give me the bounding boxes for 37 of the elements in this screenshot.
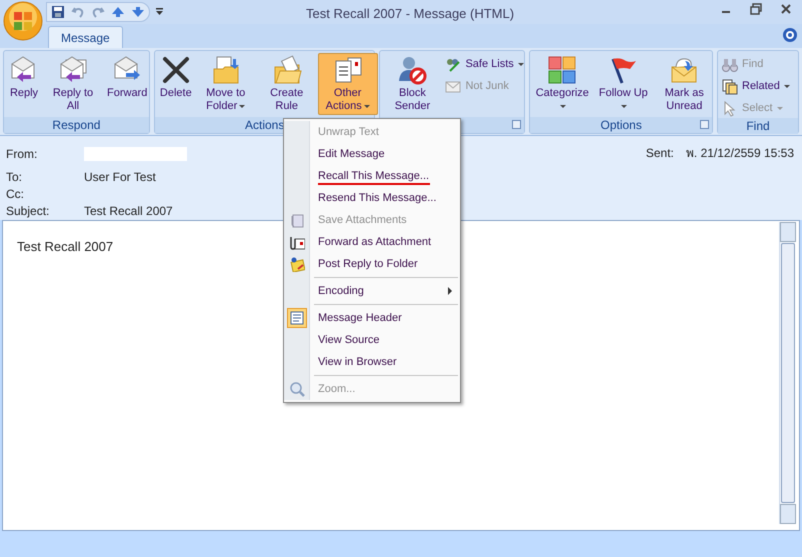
- ribbon-button[interactable]: Forward: [104, 53, 150, 115]
- menu-item[interactable]: Encoding: [284, 280, 460, 302]
- ribbon-button[interactable]: Reply to All: [43, 53, 103, 115]
- menu-item[interactable]: Recall This Message...: [284, 165, 460, 187]
- field-value: พ. 21/12/2559 15:53: [686, 145, 794, 162]
- field-value: Test Recall 2007: [84, 202, 173, 220]
- ribbon-button[interactable]: Safe Lists: [443, 55, 526, 74]
- ribbon-button[interactable]: Related: [720, 77, 792, 96]
- ribbon-button[interactable]: Move to Folder: [196, 53, 256, 115]
- field-label: Subject:: [6, 202, 50, 220]
- ribbon-button[interactable]: Other Actions: [318, 53, 378, 115]
- menu-item[interactable]: Forward as Attachment: [284, 231, 460, 253]
- menu-item[interactable]: Resend This Message...: [284, 187, 460, 209]
- menu-item[interactable]: View Source: [284, 329, 460, 351]
- field-value: User For Test: [84, 168, 156, 186]
- ribbon-button[interactable]: Mark as Unread: [654, 53, 714, 115]
- group-label: Actions: [244, 117, 284, 134]
- ribbon-tab[interactable]: Message: [48, 26, 123, 48]
- menu-item[interactable]: View in Browser: [284, 351, 460, 373]
- menu-item[interactable]: Post Reply to Folder: [284, 253, 460, 275]
- group-label: Options: [600, 117, 642, 134]
- field-label: From:: [6, 146, 38, 163]
- window-title: Test Recall 2007 - Message (HTML): [306, 5, 514, 23]
- menu-item[interactable]: Message Header: [284, 307, 460, 329]
- ribbon-button[interactable]: Block Sender: [382, 53, 442, 115]
- field-label: Sent:: [646, 145, 674, 162]
- message-body-text: Test Recall 2007: [17, 238, 114, 256]
- ribbon-button[interactable]: Create Rule: [256, 53, 317, 115]
- field-label: To:: [6, 168, 24, 186]
- group-label: Find: [746, 118, 770, 135]
- ribbon-button[interactable]: Reply: [6, 53, 42, 115]
- ribbon-button[interactable]: Delete: [156, 53, 195, 115]
- field-label: Cc:: [6, 186, 25, 202]
- menu-item[interactable]: Edit Message: [284, 143, 460, 165]
- ribbon-button[interactable]: Categorize: [532, 53, 592, 115]
- group-label: Respond: [52, 117, 100, 134]
- ribbon-button[interactable]: Follow Up: [593, 53, 654, 115]
